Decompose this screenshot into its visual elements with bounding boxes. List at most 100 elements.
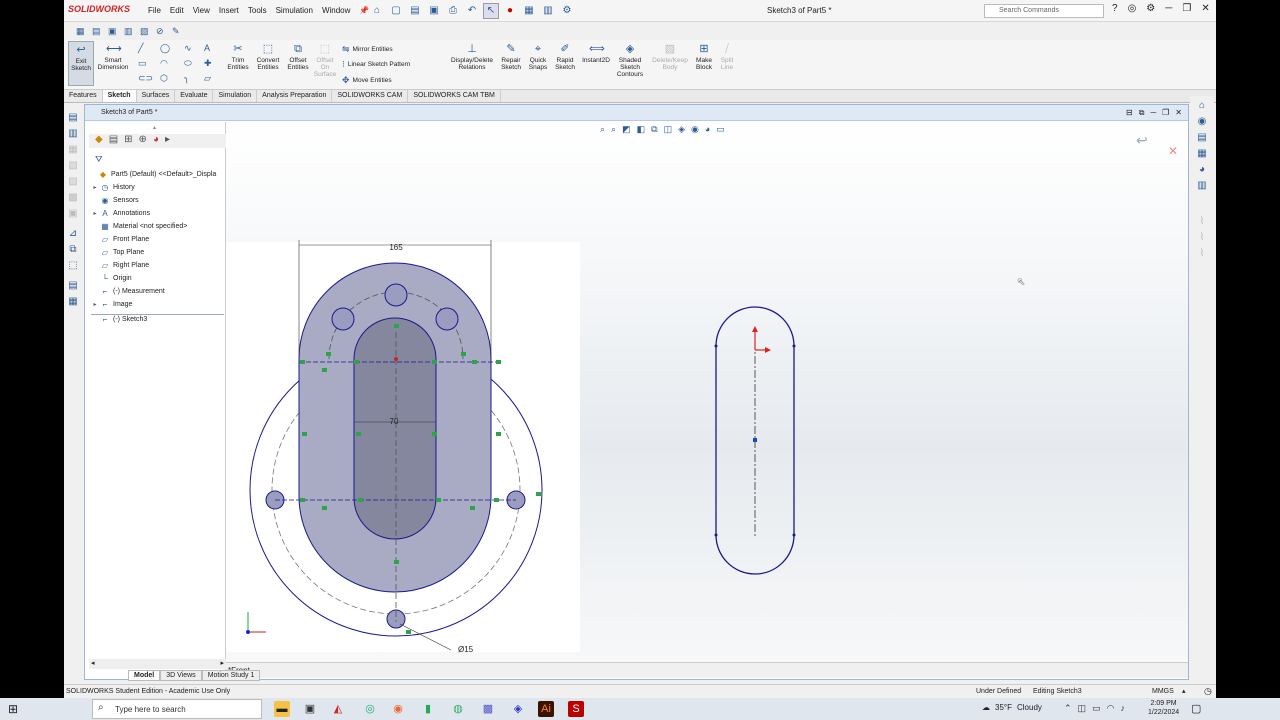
filter-icon[interactable]: ⛛	[95, 154, 103, 165]
file-explorer-app-icon[interactable]: ▬	[274, 701, 290, 717]
sketch-toolbar-icon-6[interactable]: ⊘	[156, 26, 164, 37]
doc-minimize-icon[interactable]: ─	[1150, 108, 1156, 118]
help-icon[interactable]: ?	[1112, 3, 1118, 14]
tree-item-front-plane[interactable]: ▱ Front Plane	[91, 235, 149, 244]
property-manager-tab-icon[interactable]: ▤	[109, 134, 118, 148]
delete-keep-body-button[interactable]: ▨ Delete/Keep Body	[650, 43, 690, 71]
status-options-icon[interactable]: ◷	[1204, 686, 1212, 697]
chrome-app-icon[interactable]: ◍	[450, 701, 466, 717]
tab-solidworks-cam[interactable]: SOLIDWORKS CAM	[332, 90, 409, 102]
tool-a-icon[interactable]: ⌇	[1196, 216, 1208, 228]
custom-properties-icon[interactable]: ▥	[1196, 180, 1208, 192]
menu-window[interactable]: Window	[322, 6, 350, 15]
tree-item-sensors[interactable]: ◉ Sensors	[91, 196, 139, 205]
tabs-more-icon[interactable]: ▸	[165, 134, 170, 148]
left-tool-5-icon[interactable]: ▨	[67, 176, 79, 188]
print-icon[interactable]: ⎙	[445, 3, 461, 19]
rebuild-icon[interactable]: ▦	[521, 3, 537, 19]
home-icon[interactable]: ⌂	[369, 3, 385, 19]
options-gear-icon[interactable]: ⚙	[559, 3, 575, 19]
left-tool-1-icon[interactable]: ▤	[67, 112, 79, 124]
slot-icon[interactable]: ⊂⊃	[138, 73, 153, 84]
exit-sketch-button[interactable]: ↩ Exit Sketch	[68, 41, 94, 86]
solidworks-resources-icon[interactable]: ⌂	[1196, 100, 1208, 112]
graphics-area[interactable]: ⌕ ⌕ ◩ ◧ ⧉ ◫ ◈ ◉ ◕ ▭ ↩ ✕ 165 70 Ø15 ↖	[226, 122, 1188, 662]
split-line-button[interactable]: ⧸ Split Line	[716, 43, 738, 71]
minimize-icon[interactable]: ─	[1165, 3, 1172, 14]
undo-icon[interactable]: ↶	[464, 3, 480, 19]
left-tool-11-icon[interactable]: ▤	[67, 280, 79, 292]
tray-chevron-icon[interactable]: ⌃	[1064, 703, 1072, 714]
app-icon-8[interactable]: ▩	[480, 701, 496, 717]
acrobat-app-icon[interactable]: ◭	[330, 701, 346, 717]
tree-item-sketch3[interactable]: ⌐ (-) Sketch3	[91, 314, 224, 324]
file-properties-icon[interactable]: ▥	[540, 3, 556, 19]
tab-analysis-preparation[interactable]: Analysis Preparation	[257, 90, 333, 102]
tab-sketch[interactable]: Sketch	[102, 90, 137, 102]
settings-gear-icon[interactable]: ⚙	[1146, 3, 1155, 14]
windows-start-icon[interactable]: ⊞	[8, 702, 18, 716]
solidworks-app-icon[interactable]: S	[568, 701, 584, 717]
tree-item-measurement[interactable]: ⌐ (-) Measurement	[91, 287, 165, 296]
tree-item-origin[interactable]: └ Origin	[91, 274, 132, 283]
menu-edit[interactable]: Edit	[170, 6, 184, 15]
weather-widget[interactable]: ☁ 35°F Cloudy	[982, 703, 1042, 712]
doc-tile-icon[interactable]: ⊟	[1126, 108, 1133, 118]
feature-tree-horizontal-scrollbar[interactable]: ◂ ▸	[89, 659, 226, 669]
fillet-icon[interactable]: ╮	[184, 73, 189, 84]
search-commands-input[interactable]: Search Commands	[984, 4, 1104, 18]
rapid-sketch-button[interactable]: ✐ Rapid Sketch	[552, 43, 578, 71]
tab-features[interactable]: Features	[64, 90, 103, 102]
scroll-left-icon[interactable]: ◂	[91, 659, 95, 667]
tree-item-history[interactable]: ▸ ◷ History	[91, 183, 134, 192]
move-entities-button[interactable]: ✥ Move Entities	[342, 75, 392, 86]
menu-view[interactable]: View	[193, 6, 210, 15]
firefox-app-icon[interactable]: ◉	[390, 701, 406, 717]
user-icon[interactable]: ◎	[1128, 3, 1137, 14]
arc-icon[interactable]: ◠	[160, 58, 168, 69]
wifi-icon[interactable]: ◠	[1107, 703, 1115, 714]
tab-evaluate[interactable]: Evaluate	[175, 90, 214, 102]
menu-insert[interactable]: Insert	[219, 6, 239, 15]
tab-model[interactable]: Model	[128, 670, 161, 681]
left-tool-3-icon[interactable]: ▦	[67, 144, 79, 156]
convert-entities-button[interactable]: ⬚ Convert Entities	[254, 43, 282, 71]
task-view-icon[interactable]: ▣	[302, 701, 318, 717]
traffic-light-icon[interactable]: ●	[502, 3, 518, 19]
tool-b-icon[interactable]: ⌇	[1196, 232, 1208, 244]
save-icon[interactable]: ▣	[426, 3, 442, 19]
configuration-manager-tab-icon[interactable]: ⊞	[124, 134, 132, 148]
tree-item-top-plane[interactable]: ▱ Top Plane	[91, 248, 144, 257]
notifications-icon[interactable]: ▢	[1191, 702, 1201, 715]
left-tool-8-icon[interactable]: ⊿	[67, 228, 79, 240]
tree-item-material[interactable]: ▦ Material <not specified>	[91, 222, 187, 231]
left-tool-4-icon[interactable]: ▧	[67, 160, 79, 172]
select-icon[interactable]: ↖	[483, 3, 499, 19]
tab-3d-views[interactable]: 3D Views	[160, 670, 202, 681]
doc-close-icon[interactable]: ✕	[1175, 108, 1182, 118]
doc-restore-icon[interactable]: ❐	[1162, 108, 1169, 118]
taskbar-clock[interactable]: 2:09 PM 1/22/2024	[1148, 699, 1179, 717]
text-icon[interactable]: A	[204, 43, 210, 53]
smart-dimension-button[interactable]: ⟷ Smart Dimension	[97, 43, 129, 71]
line-icon[interactable]: ╱	[138, 43, 143, 54]
illustrator-app-icon[interactable]: Ai	[538, 701, 554, 717]
view-palette-icon[interactable]: ▦	[1196, 148, 1208, 160]
tab-motion-study-1[interactable]: Motion Study 1	[201, 670, 261, 681]
app-icon-9[interactable]: ◈	[510, 701, 526, 717]
file-explorer-icon[interactable]: ▤	[1196, 132, 1208, 144]
app-icon-6[interactable]: ▮	[420, 701, 436, 717]
instant2d-button[interactable]: ⟺ Instant2D	[580, 43, 612, 64]
battery-icon[interactable]: ▭	[1092, 703, 1101, 714]
left-tool-12-icon[interactable]: ▦	[67, 296, 79, 308]
app-icon-4[interactable]: ◎	[362, 701, 378, 717]
mirror-entities-button[interactable]: ⇋ Mirror Entities	[342, 44, 393, 55]
rectangle-icon[interactable]: ▭	[138, 58, 147, 69]
volume-icon[interactable]: ♪	[1120, 703, 1125, 714]
dimxpert-tab-icon[interactable]: ⊕	[139, 134, 147, 148]
shaded-sketch-contours-button[interactable]: ◈ Shaded Sketch Contours	[614, 43, 646, 78]
scroll-right-icon[interactable]: ▸	[220, 659, 224, 667]
trim-entities-button[interactable]: ✂ Trim Entities	[224, 43, 252, 71]
sketch-toolbar-icon-4[interactable]: ▥	[124, 26, 133, 37]
sketch-toolbar-icon-3[interactable]: ▣	[108, 26, 117, 37]
